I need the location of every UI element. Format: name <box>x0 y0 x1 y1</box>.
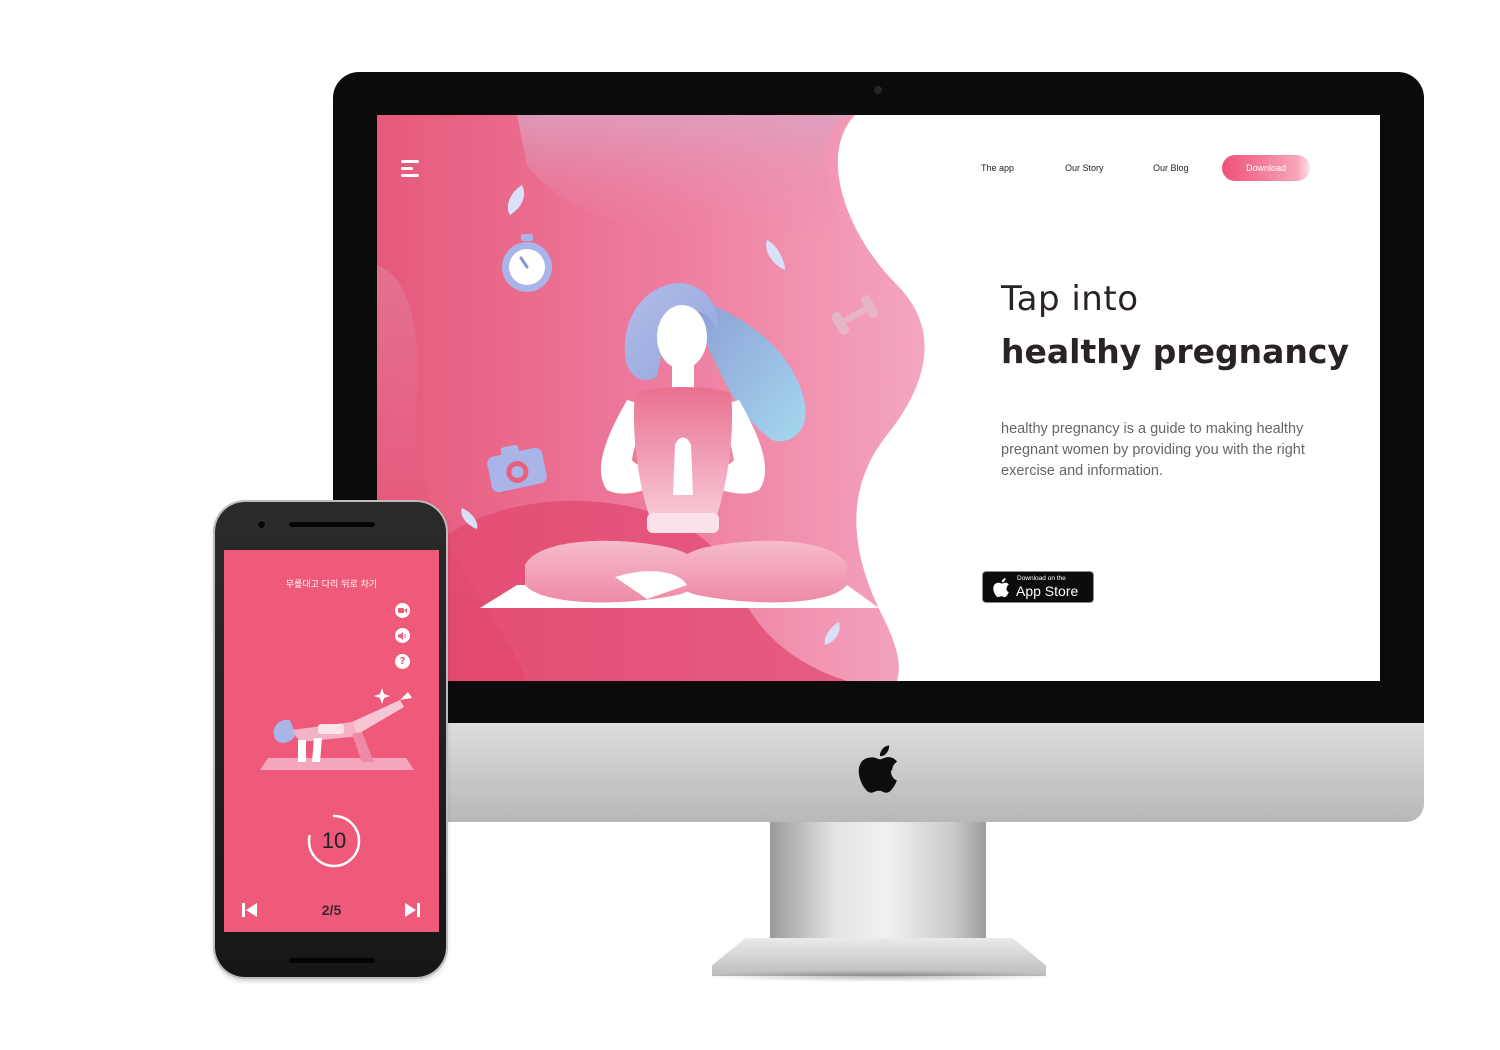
phone-screen: 무릎대고 다리 뒤로 차기 ? 10 2/5 <box>224 550 439 932</box>
help-icon: ? <box>399 655 406 667</box>
video-camera-button[interactable] <box>395 603 410 618</box>
nav-link-the-app[interactable]: The app <box>981 163 1014 173</box>
exercise-progress: 2/5 <box>321 902 342 918</box>
bottom-speaker <box>289 958 375 963</box>
exercise-title: 무릎대고 다리 뒤로 차기 <box>285 580 378 590</box>
app-store-badge-small-text: Download on the <box>1017 575 1066 582</box>
nav-link-our-blog[interactable]: Our Blog <box>1153 163 1189 173</box>
hero-title-line-1: Tap into <box>1001 279 1139 319</box>
help-button[interactable]: ? <box>395 654 410 669</box>
phone-mockup: 무릎대고 다리 뒤로 차기 ? 10 2/5 <box>215 502 446 977</box>
hero-description: healthy pregnancy is a guide to making h… <box>1001 421 1305 479</box>
top-navigation: The app Our Story Our Blog Download <box>377 155 1380 185</box>
hero-illustration <box>377 115 925 681</box>
nav-link-our-story[interactable]: Our Story <box>1065 163 1104 173</box>
app-store-badge-big-text: App Store <box>1016 583 1079 599</box>
website-screen: The app Our Story Our Blog Download Tap … <box>377 115 1380 681</box>
apple-icon <box>993 578 1009 598</box>
webcam-dot <box>874 86 882 94</box>
stand-shadow <box>700 970 1060 982</box>
timer-countdown: 10 <box>321 828 347 853</box>
front-camera <box>258 521 265 528</box>
download-button[interactable]: Download <box>1222 155 1310 181</box>
hero-title-line-2: healthy pregnancy <box>1001 332 1349 371</box>
sound-button[interactable] <box>395 628 410 643</box>
stand-neck <box>770 822 986 942</box>
previous-icon[interactable] <box>240 900 260 920</box>
exercise-illustration <box>260 688 414 770</box>
earpiece-speaker <box>289 522 375 527</box>
speaker-icon <box>398 631 406 640</box>
video-camera-icon <box>398 608 407 613</box>
next-icon[interactable] <box>402 900 422 920</box>
apple-logo-icon <box>858 745 898 793</box>
app-store-badge[interactable]: Download on the App Store <box>982 571 1094 603</box>
